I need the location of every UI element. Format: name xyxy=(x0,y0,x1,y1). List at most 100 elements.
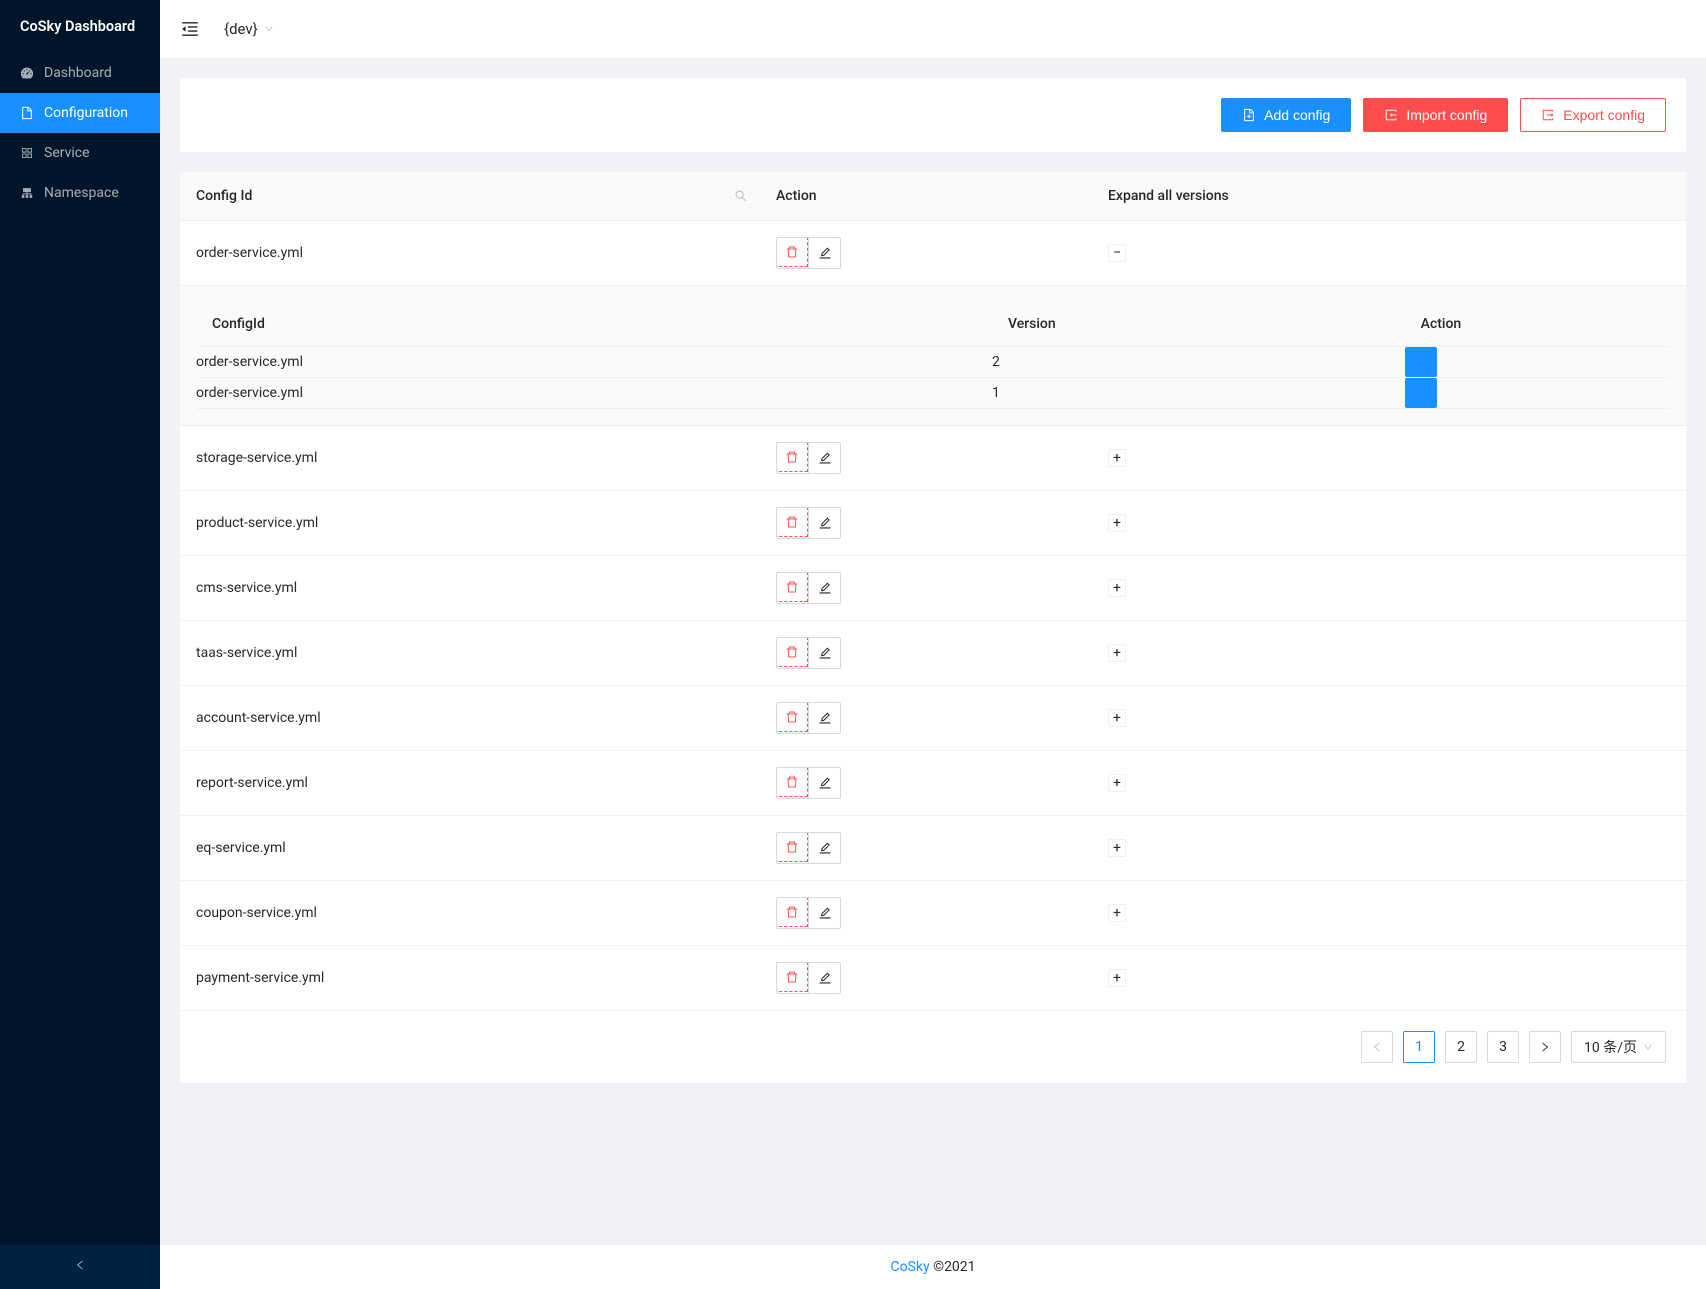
sidebar-item-namespace[interactable]: Namespace xyxy=(0,173,160,213)
sidebar-item-configuration[interactable]: Configuration xyxy=(0,93,160,133)
edit-button[interactable] xyxy=(808,963,840,993)
pagination-next[interactable] xyxy=(1529,1031,1561,1063)
pagination-page-1[interactable]: 1 xyxy=(1403,1031,1435,1063)
sidebar-menu: Dashboard Configuration Service Namespac… xyxy=(0,53,160,1245)
delete-button[interactable] xyxy=(776,572,808,602)
appstore-icon xyxy=(20,146,34,160)
table-row: storage-service.yml + xyxy=(180,426,1686,491)
delete-button[interactable] xyxy=(776,507,808,537)
cell-expand: + xyxy=(1092,621,1686,686)
expand-toggle[interactable]: + xyxy=(1108,839,1126,857)
version-row: order-service.yml2 xyxy=(196,347,1670,378)
cell-action xyxy=(760,881,1092,946)
app-logo: CoSky Dashboard xyxy=(0,0,160,53)
edit-button[interactable] xyxy=(808,703,840,733)
cell-config-id: cms-service.yml xyxy=(180,556,760,621)
page-size-selector[interactable]: 10 条/页 xyxy=(1571,1031,1666,1063)
namespace-label: {dev} xyxy=(224,20,258,38)
edit-button[interactable] xyxy=(808,573,840,603)
cell-config-id: order-service.yml xyxy=(180,221,760,286)
delete-button[interactable] xyxy=(776,832,808,862)
cell-config-id: account-service.yml xyxy=(180,686,760,751)
pagination-page-3[interactable]: 3 xyxy=(1487,1031,1519,1063)
file-icon xyxy=(20,106,34,120)
footer-link[interactable]: CoSky xyxy=(890,1259,929,1275)
version-row: order-service.yml1 xyxy=(196,378,1670,409)
edit-button[interactable] xyxy=(808,638,840,668)
sidebar-item-label: Dashboard xyxy=(44,65,112,81)
rollback-button[interactable] xyxy=(1405,378,1437,408)
row-actions xyxy=(776,572,841,604)
cell-action xyxy=(760,426,1092,491)
import-config-button[interactable]: Import config xyxy=(1363,98,1508,132)
export-config-button[interactable]: Export config xyxy=(1520,98,1666,132)
namespace-selector[interactable]: {dev} xyxy=(224,20,274,38)
row-actions xyxy=(776,767,841,799)
deployment-icon xyxy=(20,186,34,200)
expand-toggle[interactable]: + xyxy=(1108,644,1126,662)
expand-toggle[interactable]: − xyxy=(1108,244,1126,262)
cell-expand: + xyxy=(1092,556,1686,621)
footer-copyright: ©2021 xyxy=(930,1259,976,1275)
cell-expand: + xyxy=(1092,816,1686,881)
column-header-action: Action xyxy=(760,172,1092,221)
cell-action xyxy=(760,621,1092,686)
table-row: eq-service.yml+ xyxy=(180,816,1686,881)
edit-button[interactable] xyxy=(808,898,840,928)
cell-action xyxy=(760,946,1092,1011)
delete-button[interactable] xyxy=(776,237,808,267)
cell-config-id: storage-service.yml xyxy=(180,426,760,491)
sidebar-item-service[interactable]: Service xyxy=(0,133,160,173)
pagination-page-2[interactable]: 2 xyxy=(1445,1031,1477,1063)
import-config-label: Import config xyxy=(1406,107,1487,123)
chevron-down-icon xyxy=(1643,1042,1653,1052)
menu-fold-icon[interactable] xyxy=(180,19,200,39)
pagination-prev[interactable] xyxy=(1361,1031,1393,1063)
file-add-icon xyxy=(1242,108,1256,122)
edit-button[interactable] xyxy=(808,238,840,268)
import-icon xyxy=(1384,108,1398,122)
edit-button[interactable] xyxy=(808,508,840,538)
table-row: payment-service.yml + xyxy=(180,946,1686,1011)
edit-button[interactable] xyxy=(808,443,840,473)
cell-expand: − xyxy=(1092,221,1686,286)
toolbar: Add config Import config Export config xyxy=(180,78,1686,152)
sidebar-collapse-trigger[interactable] xyxy=(0,1245,160,1289)
delete-button[interactable] xyxy=(776,962,808,992)
delete-button[interactable] xyxy=(776,637,808,667)
sidebar-item-dashboard[interactable]: Dashboard xyxy=(0,53,160,93)
expand-toggle[interactable]: + xyxy=(1108,449,1126,467)
table-row: report-service.yml+ xyxy=(180,751,1686,816)
delete-button[interactable] xyxy=(776,702,808,732)
table-row: cms-service.yml + xyxy=(180,556,1686,621)
row-actions xyxy=(776,702,841,734)
content: Add config Import config Export config xyxy=(160,58,1706,1245)
delete-button[interactable] xyxy=(776,442,808,472)
cell-expand: + xyxy=(1092,426,1686,491)
cell-version-config-id: order-service.yml xyxy=(196,378,992,409)
expand-toggle[interactable]: + xyxy=(1108,904,1126,922)
cell-action xyxy=(760,491,1092,556)
expand-toggle[interactable]: + xyxy=(1108,709,1126,727)
add-config-button[interactable]: Add config xyxy=(1221,98,1351,132)
config-table-container: Config Id Action Expand all versions ord… xyxy=(180,172,1686,1083)
rollback-button[interactable] xyxy=(1405,347,1437,377)
row-actions xyxy=(776,637,841,669)
edit-button[interactable] xyxy=(808,768,840,798)
table-row: product-service.yml+ xyxy=(180,491,1686,556)
expand-toggle[interactable]: + xyxy=(1108,969,1126,987)
dashboard-icon xyxy=(20,66,34,80)
expand-toggle[interactable]: + xyxy=(1108,514,1126,532)
edit-button[interactable] xyxy=(808,833,840,863)
expand-toggle[interactable]: + xyxy=(1108,774,1126,792)
delete-button[interactable] xyxy=(776,767,808,797)
version-header-config-id: ConfigId xyxy=(196,302,992,347)
search-icon[interactable] xyxy=(734,189,748,203)
expand-toggle[interactable]: + xyxy=(1108,579,1126,597)
cell-config-id: payment-service.yml xyxy=(180,946,760,1011)
chevron-left-icon xyxy=(1371,1041,1383,1053)
delete-button[interactable] xyxy=(776,897,808,927)
cell-action xyxy=(760,221,1092,286)
sidebar-item-label: Namespace xyxy=(44,185,119,201)
table-row: coupon-service.yml+ xyxy=(180,881,1686,946)
